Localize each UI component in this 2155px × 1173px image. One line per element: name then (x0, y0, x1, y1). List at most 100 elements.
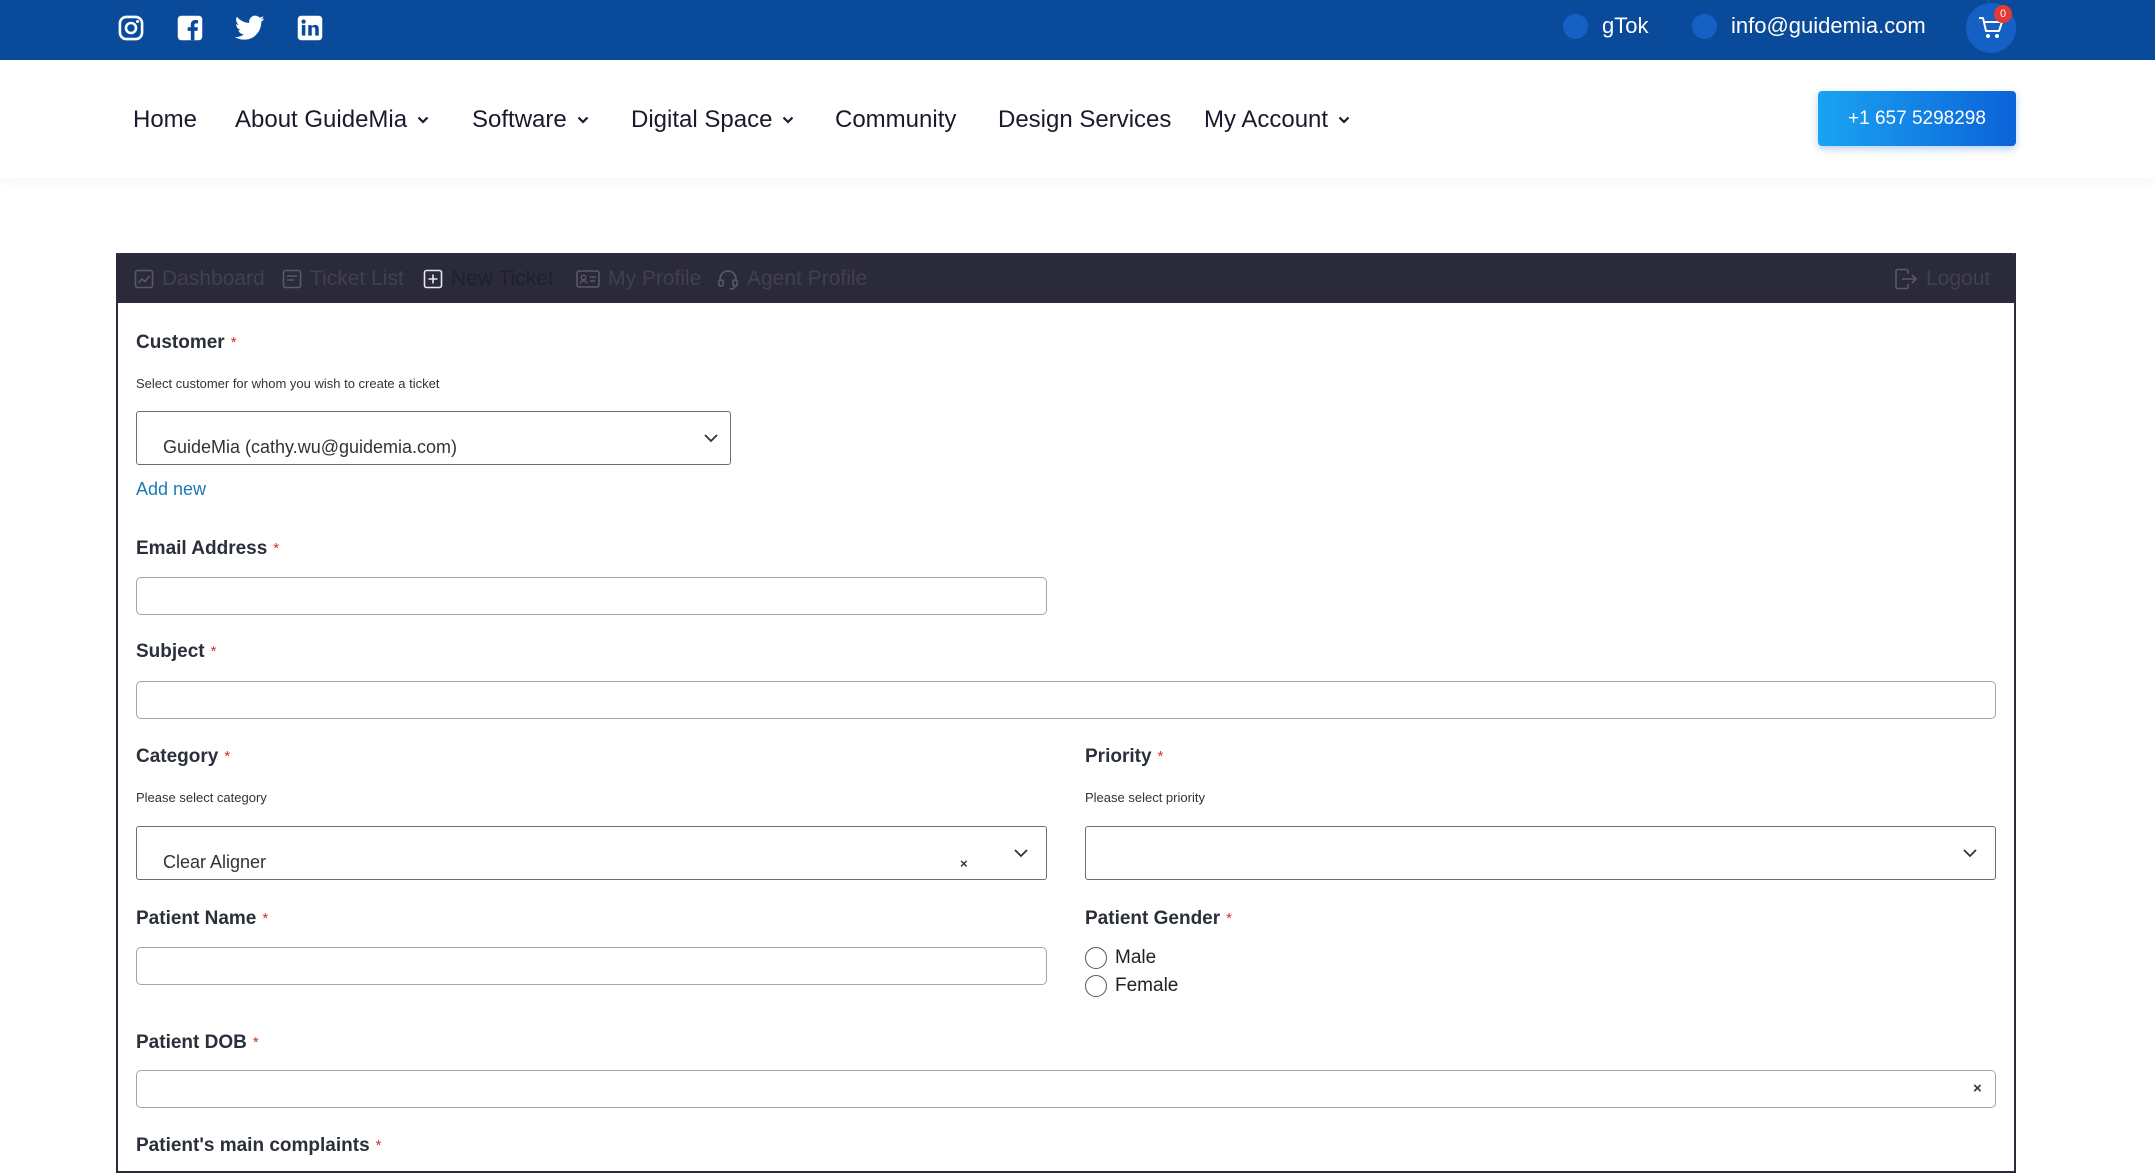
logout-label: Logout (1926, 267, 1991, 290)
email-icon (1692, 14, 1717, 39)
gtok-icon (1563, 14, 1588, 39)
nav-my-account-label: My Account (1204, 106, 1329, 133)
priority-hint: Please select priority (1085, 790, 1205, 805)
customer-select-value: GuideMia (cathy.wu@guidemia.com) (163, 437, 458, 457)
nav-home[interactable]: Home (133, 106, 197, 134)
cart-button[interactable]: 0 (1966, 3, 2016, 53)
email-field[interactable] (136, 577, 1047, 615)
patient-gender-label-text: Patient Gender (1085, 908, 1221, 929)
email-label-text: Email Address (136, 538, 268, 559)
chevron-down-icon (577, 116, 588, 124)
list-icon (282, 269, 302, 289)
customer-hint: Select customer for whom you wish to cre… (136, 376, 440, 391)
gender-option-male[interactable]: Male (1085, 946, 1156, 970)
subject-label-text: Subject (136, 641, 205, 662)
main-nav: Home About GuideMia Software Digital Spa… (0, 60, 2155, 178)
patient-name-field[interactable] (136, 947, 1047, 985)
required-mark: * (273, 540, 280, 557)
chevron-down-icon (704, 434, 718, 443)
subject-field[interactable] (136, 681, 1996, 719)
nav-my-account[interactable]: My Account (1204, 106, 1350, 134)
tab-new-ticket-label: New Ticket (451, 267, 554, 290)
email-link[interactable]: info@guidemia.com (1731, 12, 1926, 40)
required-mark: * (1157, 748, 1164, 765)
instagram-icon[interactable] (114, 11, 148, 45)
email-label: Email Address * (136, 537, 279, 561)
gender-male-label: Male (1115, 947, 1157, 968)
logout-icon (1895, 268, 1918, 290)
required-mark: * (252, 1034, 259, 1051)
nav-home-label: Home (133, 106, 198, 133)
patient-dob-label: Patient DOB * (136, 1031, 259, 1055)
chart-icon (134, 269, 154, 289)
clear-category-button[interactable]: × (960, 857, 968, 871)
chevron-down-icon (783, 116, 794, 124)
tab-dashboard[interactable]: Dashboard (134, 266, 265, 292)
headset-icon (718, 270, 738, 290)
chevron-down-icon (417, 116, 429, 124)
phone-button[interactable]: +1 657 5298298 (1818, 91, 2016, 146)
tab-ticket-list-label: Ticket List (310, 267, 404, 290)
facebook-icon[interactable] (173, 11, 207, 45)
required-mark: * (210, 643, 217, 660)
gender-option-female[interactable]: Female (1085, 974, 1178, 998)
chevron-down-icon (1963, 849, 1977, 858)
nav-design-services[interactable]: Design Services (998, 106, 1171, 134)
customer-label: Customer * (136, 331, 237, 355)
clear-dob-button[interactable]: × (1973, 1081, 1982, 1096)
customer-select[interactable]: GuideMia (cathy.wu@guidemia.com) (136, 411, 731, 465)
required-mark: * (224, 748, 231, 765)
priority-label: Priority * (1085, 745, 1163, 769)
required-mark: * (1226, 910, 1232, 927)
id-card-icon (576, 270, 600, 288)
category-label: Category * (136, 745, 230, 769)
chevron-down-icon (1014, 849, 1028, 858)
complaints-label-text: Patient's main complaints (136, 1135, 370, 1156)
tab-new-ticket[interactable]: New Ticket (423, 266, 554, 292)
patient-dob-label-text: Patient DOB (136, 1032, 247, 1053)
tab-my-profile-label: My Profile (608, 267, 702, 290)
category-label-text: Category (136, 746, 219, 767)
patient-gender-label: Patient Gender * (1085, 907, 1232, 931)
priority-label-text: Priority (1085, 746, 1152, 767)
logout-button[interactable]: Logout (1894, 266, 1990, 292)
priority-select[interactable] (1085, 826, 1996, 880)
customer-label-text: Customer (136, 332, 225, 353)
nav-about[interactable]: About GuideMia (235, 106, 429, 134)
nav-community-label: Community (835, 106, 957, 133)
nav-community[interactable]: Community (835, 106, 956, 134)
tab-agent-profile-label: Agent Profile (747, 267, 868, 290)
nav-software[interactable]: Software (472, 106, 589, 134)
category-select[interactable]: Clear Aligner × (136, 826, 1047, 880)
tab-my-profile[interactable]: My Profile (576, 266, 701, 292)
patient-dob-field[interactable]: × (136, 1070, 1996, 1108)
cart-count-badge: 0 (1994, 5, 2012, 23)
nav-digital-space-label: Digital Space (631, 106, 773, 133)
nav-digital-space[interactable]: Digital Space (631, 106, 794, 134)
radio-male[interactable] (1085, 947, 1107, 969)
patient-name-label-text: Patient Name (136, 908, 257, 929)
nav-about-label: About GuideMia (235, 106, 408, 133)
nav-design-services-label: Design Services (998, 106, 1172, 133)
required-mark: * (375, 1137, 382, 1154)
nav-software-label: Software (472, 106, 567, 133)
required-mark: * (262, 910, 269, 927)
tab-agent-profile[interactable]: Agent Profile (717, 266, 867, 292)
support-tabbar: Dashboard Ticket List New Ticket My Prof… (116, 253, 2016, 303)
category-hint: Please select category (136, 790, 267, 805)
tab-ticket-list[interactable]: Ticket List (282, 266, 404, 292)
complaints-label: Patient's main complaints * (136, 1134, 381, 1158)
gender-female-label: Female (1115, 975, 1179, 996)
subject-label: Subject * (136, 640, 216, 664)
twitter-icon[interactable] (233, 11, 267, 45)
category-select-value: Clear Aligner (163, 852, 267, 872)
linkedin-icon[interactable] (293, 11, 327, 45)
chevron-down-icon (1338, 116, 1350, 124)
required-mark: * (230, 334, 237, 351)
gtok-link[interactable]: gTok (1602, 12, 1648, 40)
radio-female[interactable] (1085, 975, 1107, 997)
tab-dashboard-label: Dashboard (162, 267, 265, 290)
top-bar: gTok info@guidemia.com 0 (0, 0, 2155, 60)
add-new-customer-link[interactable]: Add new (136, 478, 206, 500)
plus-square-icon (423, 269, 443, 289)
